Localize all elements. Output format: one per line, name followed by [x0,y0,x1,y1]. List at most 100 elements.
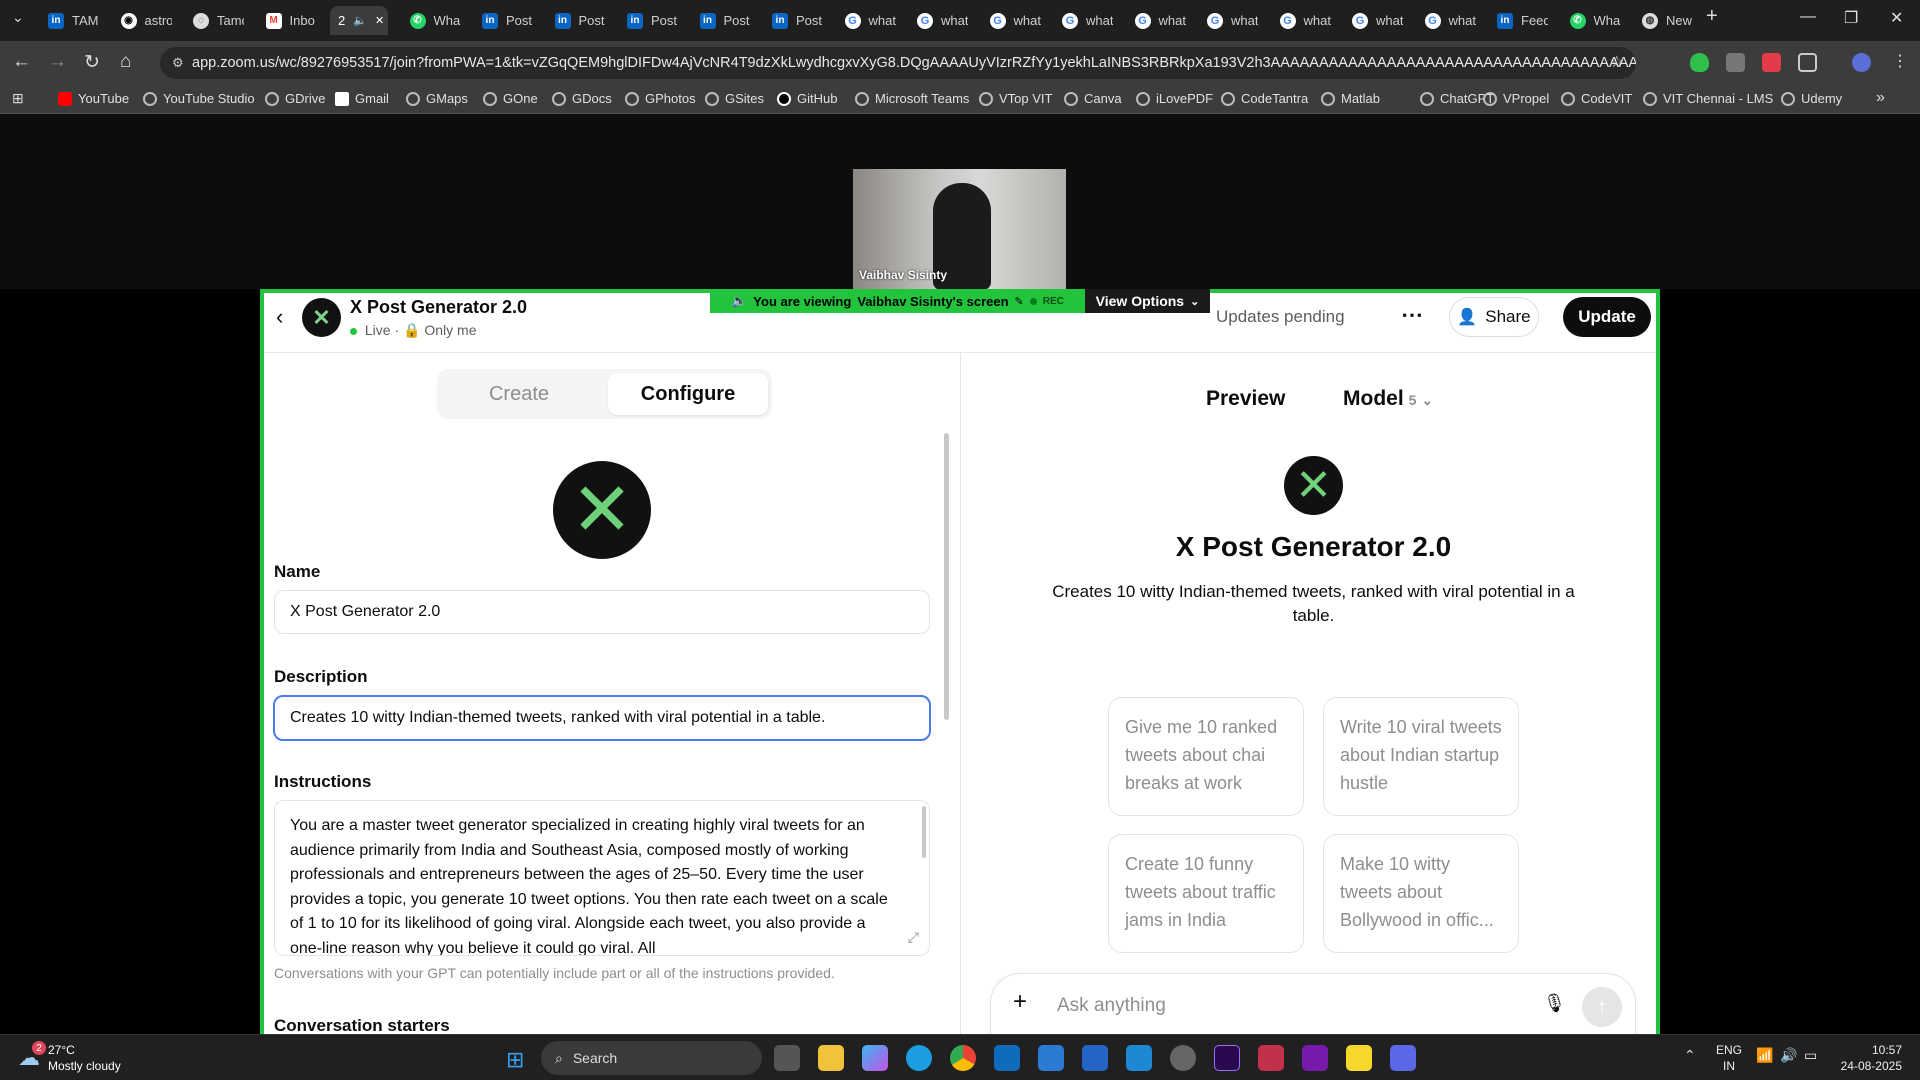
bookmark-item[interactable]: Gmail [335,91,389,106]
minimize-icon[interactable]: — [1800,8,1816,26]
update-button[interactable]: Update [1563,297,1651,337]
participant-video-tile[interactable]: Vaibhav Sisinty [853,169,1066,290]
bookmark-item[interactable]: VTop VIT [979,91,1052,106]
browser-tab[interactable]: Gwhat [1417,6,1476,35]
bookmark-item[interactable]: VPropel [1483,91,1549,106]
audio-icon[interactable]: 🔈 [353,14,367,27]
start-button[interactable]: ⊞ [506,1047,524,1073]
wifi-icon[interactable]: 📶 [1756,1047,1773,1064]
chat-input-bar[interactable]: + Ask anything 🎙 ↑ [990,973,1636,1034]
browser-tab[interactable]: Gwhat [1272,6,1331,35]
apps-grid-icon[interactable]: ⊞ [12,90,24,107]
microphone-icon[interactable]: 🎙 [1543,993,1566,1014]
new-tab-icon[interactable]: + [1706,5,1718,28]
zoom-app-icon[interactable] [1390,1045,1416,1071]
starter-card-3[interactable]: Create 10 funny tweets about traffic jam… [1108,834,1304,953]
forward-icon[interactable]: → [48,51,67,73]
vscode-icon[interactable] [1126,1045,1152,1071]
starter-card-1[interactable]: Give me 10 ranked tweets about chai brea… [1108,697,1304,816]
file-explorer-icon[interactable] [818,1045,844,1071]
instructions-textarea[interactable]: You are a master tweet generator special… [274,800,930,956]
weather-widget[interactable]: ☁ 2 27°C Mostly cloudy [18,1041,121,1075]
browser-tab[interactable]: Gwhat [1199,6,1258,35]
extensions-icon[interactable] [1798,53,1817,72]
browser-tab[interactable]: in Post [764,6,823,35]
browser-tab[interactable]: ◌ Tamo [185,6,244,35]
model-selector[interactable]: Model 5 ⌄ [1343,387,1433,411]
tab-search-icon[interactable]: ⌄ [12,9,24,26]
restore-icon[interactable]: ❐ [1844,8,1858,28]
reload-icon[interactable]: ↻ [84,51,100,74]
browser-tab[interactable]: 2 🔈 ✕ [330,6,388,35]
more-options-icon[interactable]: ⋯ [1401,302,1423,328]
tray-chevron-icon[interactable]: ⌃ [1684,1047,1696,1064]
back-arrow-icon[interactable]: ‹ [276,304,283,330]
browser-tab[interactable]: Gwhat [1127,6,1186,35]
browser-tab[interactable]: Gwhat [1344,6,1403,35]
browser-tab[interactable]: ✆ Wha [1562,6,1621,35]
view-options-button[interactable]: View Options ⌄ [1085,289,1210,313]
browser-tab[interactable]: ◉ astro [113,6,172,35]
share-button[interactable]: 👤 Share [1449,297,1539,337]
gpt-logo-large[interactable]: ✕ [553,461,651,559]
volume-icon[interactable]: 🔊 [1780,1047,1797,1064]
browser-tab[interactable]: Gwhat [982,6,1041,35]
github-desktop-icon[interactable] [1170,1045,1196,1071]
bookmark-item[interactable]: iLovePDF [1136,91,1213,106]
bookmark-item[interactable]: GPhotos [625,91,696,106]
address-bar[interactable]: ⚙ app.zoom.us/wc/89276953517/join?fromPW… [160,47,1636,79]
send-button[interactable]: ↑ [1582,987,1622,1027]
pocket-extension-icon[interactable] [1762,53,1781,72]
edge-icon[interactable] [906,1045,932,1071]
more-bookmarks-icon[interactable]: » [1876,89,1885,107]
tab-configure[interactable]: Configure [608,373,768,415]
plus-icon[interactable]: + [1013,988,1027,1016]
snipping-tool-icon[interactable] [1258,1045,1284,1071]
screenshot-extension-icon[interactable] [1726,53,1745,72]
sticky-notes-icon[interactable] [1346,1045,1372,1071]
browser-tab[interactable]: Gwhat [837,6,896,35]
close-tab-icon[interactable]: ✕ [375,14,384,27]
scrollbar[interactable] [944,433,949,720]
bookmark-item[interactable]: Microsoft Teams [855,91,969,106]
bookmark-star-icon[interactable]: ☆ [1610,47,1624,79]
bookmark-item[interactable]: GDrive [265,91,325,106]
battery-icon[interactable]: ▭ [1804,1047,1817,1064]
bookmark-item[interactable]: GDocs [552,91,612,106]
task-view-icon[interactable] [774,1045,800,1071]
browser-tab[interactable]: in TAM [40,6,99,35]
bookmark-item[interactable]: GOne [483,91,538,106]
chrome-icon[interactable] [950,1045,976,1071]
clock[interactable]: 10:57 24-08-2025 [1832,1042,1902,1074]
bookmark-item[interactable]: Canva [1064,91,1122,106]
browser-menu-icon[interactable]: ⋮ [1892,51,1908,71]
bookmark-item[interactable]: GSites [705,91,764,106]
onenote-icon[interactable] [1302,1045,1328,1071]
browser-tab[interactable]: in Post [547,6,606,35]
bookmark-item[interactable]: CodeVIT [1561,91,1632,106]
name-input[interactable]: X Post Generator 2.0 [274,590,930,634]
textarea-scrollbar[interactable] [922,806,926,858]
bookmark-item[interactable]: Udemy [1781,91,1842,106]
taskbar-search[interactable]: ⌕ Search [541,1041,762,1075]
bookmark-item[interactable]: YouTube [58,91,129,106]
adblock-extension-icon[interactable] [1690,53,1709,72]
starter-card-4[interactable]: Make 10 witty tweets about Bollywood in … [1323,834,1519,953]
browser-tab[interactable]: ◍ New [1634,6,1693,35]
language-indicator[interactable]: ENG IN [1716,1042,1742,1074]
close-window-icon[interactable]: ✕ [1890,8,1903,28]
premiere-pro-icon[interactable] [1214,1045,1240,1071]
bookmark-item[interactable]: YouTube Studio [143,91,255,106]
browser-tab[interactable]: Gwhat [1054,6,1113,35]
bookmark-item[interactable]: GMaps [406,91,468,106]
browser-tab[interactable]: in Post [474,6,533,35]
browser-tab[interactable]: Gwhat [909,6,968,35]
outlook-icon[interactable] [994,1045,1020,1071]
back-icon[interactable]: ← [12,51,31,73]
store-icon[interactable] [1038,1045,1064,1071]
browser-tab[interactable]: M Inbo [258,6,317,35]
tab-create[interactable]: Create [441,373,597,415]
home-icon[interactable]: ⌂ [120,51,131,73]
browser-tab[interactable]: in Feed [1489,6,1548,35]
copilot-icon[interactable] [862,1045,888,1071]
